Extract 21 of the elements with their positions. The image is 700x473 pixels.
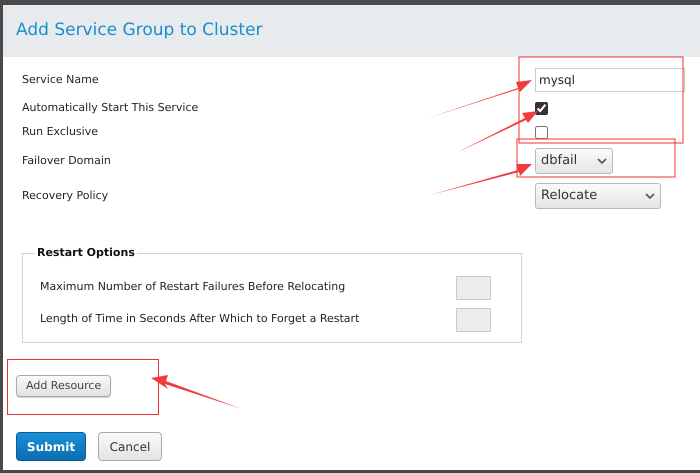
field-label: Failover Domain bbox=[21, 152, 112, 169]
field-label: Length of Time in Seconds After Which to Forget a Restart bbox=[40, 311, 360, 328]
number-field[interactable] bbox=[456, 276, 491, 300]
checkbox[interactable] bbox=[535, 102, 548, 114]
number-field[interactable] bbox=[456, 308, 491, 332]
field-label: Maximum Number of Restart Failures Before Relocating bbox=[40, 279, 346, 296]
cancel-button[interactable]: Cancel bbox=[98, 432, 162, 462]
add-resource-button[interactable]: Add Resource bbox=[16, 375, 112, 398]
field-label: Run Exclusive bbox=[21, 124, 99, 140]
checkbox[interactable] bbox=[535, 126, 548, 138]
dialog-title: Add Service Group to Cluster bbox=[16, 19, 263, 42]
dropdown[interactable]: Relocate bbox=[535, 183, 661, 209]
chevron-down-icon bbox=[645, 192, 655, 200]
field-label: Automatically Start This Service bbox=[21, 100, 200, 116]
submit-button[interactable]: Submit bbox=[16, 432, 86, 462]
chevron-down-icon bbox=[597, 158, 607, 164]
group-legend: Restart Options bbox=[35, 245, 137, 262]
dropdown[interactable]: dbfail bbox=[535, 148, 613, 174]
service-name-field[interactable]: mysql bbox=[535, 68, 685, 92]
field-label: Service Name bbox=[21, 72, 100, 88]
field-label: Recovery Policy bbox=[21, 188, 110, 204]
